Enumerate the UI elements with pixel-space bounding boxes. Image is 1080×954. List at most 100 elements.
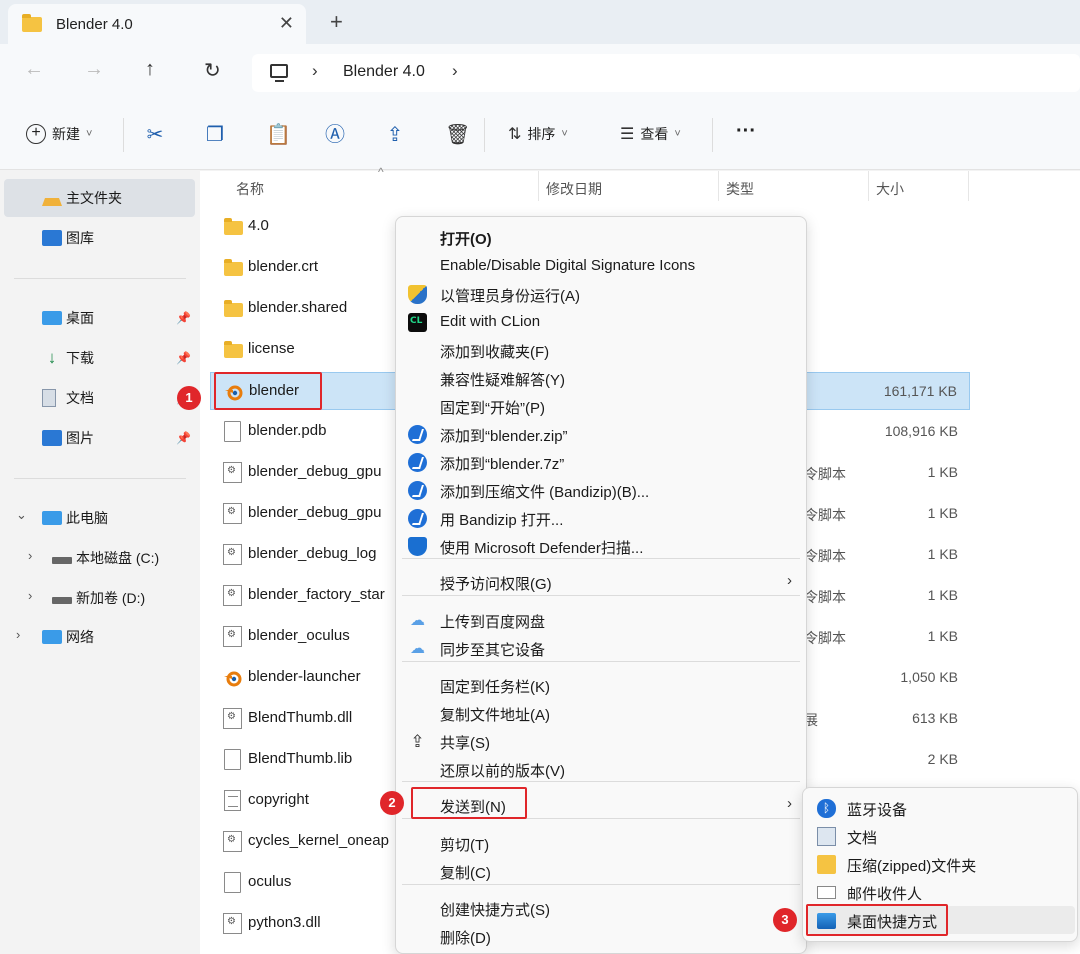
sidebar-item-network[interactable]: 网络	[4, 618, 195, 656]
cut-icon[interactable]: ✂	[145, 124, 165, 146]
menu-item[interactable]: 添加到“blender.zip”	[396, 420, 806, 448]
chevron-down-icon: ˅	[86, 128, 93, 140]
address-bar: ← → ↑ ↻ › Blender 4.0 ›	[0, 44, 1080, 100]
sidebar-item-gallery[interactable]: 图库	[4, 219, 195, 257]
file-size: 1 KB	[927, 464, 958, 480]
menu-item[interactable]: 添加到收藏夹(F)	[396, 336, 806, 364]
column-divider[interactable]	[718, 171, 719, 201]
defender-icon	[408, 537, 427, 556]
paste-icon[interactable]: 📋	[266, 124, 291, 146]
share-icon[interactable]: ⇪	[385, 124, 405, 146]
menu-item[interactable]: Enable/Disable Digital Signature Icons	[396, 252, 806, 280]
sidebar-item-documents[interactable]: 文档 📌	[4, 379, 195, 417]
column-divider[interactable]	[868, 171, 869, 201]
clion-icon	[408, 313, 427, 332]
breadcrumb-chevron[interactable]: ›	[312, 61, 318, 81]
breadcrumb-chevron[interactable]: ›	[452, 61, 458, 81]
view-button[interactable]: ☰ 查看 ˅	[620, 124, 681, 144]
column-header-name[interactable]: 名称	[236, 179, 264, 199]
pin-icon[interactable]: 📌	[176, 431, 191, 445]
menu-item[interactable]: 复制(C)	[396, 857, 806, 885]
sort-button[interactable]: ⇅ 排序 ˅	[508, 124, 568, 144]
desktop-icon	[42, 311, 62, 325]
breadcrumb-current[interactable]: Blender 4.0	[343, 63, 425, 81]
command-bar: + 新建 ˅ ✂ ❐ 📋 Ⓐ ⇪ 🗑 ⇅ 排序 ˅ ☰ 查看 ˅ ···	[0, 100, 1080, 170]
menu-item[interactable]: 剪切(T)	[396, 829, 806, 857]
download-icon: ↓	[47, 348, 57, 367]
file-name: blender_factory_star	[248, 586, 385, 603]
close-tab-icon[interactable]: ✕	[279, 13, 294, 34]
column-header-type[interactable]: 类型	[726, 179, 754, 199]
menu-item[interactable]: 以管理员身份运行(A)	[396, 280, 806, 308]
more-options-icon[interactable]: ···	[736, 120, 756, 143]
pin-icon[interactable]: 📌	[176, 311, 191, 325]
sidebar-item-home[interactable]: 主文件夹	[4, 179, 195, 217]
sidebar-item-drive-d[interactable]: 新加卷 (D:)	[4, 579, 195, 617]
sidebar-item-downloads[interactable]: ↓ 下载 📌	[4, 339, 195, 377]
menu-item-label: 还原以前的版本(V)	[440, 763, 565, 780]
menu-item[interactable]: 授予访问权限(G) ›	[396, 568, 806, 596]
submenu-item[interactable]: 文档	[807, 822, 1075, 850]
baidu-cloud-icon: ☁	[410, 612, 425, 629]
menu-item-label: 以管理员身份运行(A)	[440, 288, 580, 305]
script-icon	[223, 503, 242, 524]
sidebar-divider	[14, 478, 186, 479]
menu-item-label: Edit with CLion	[440, 313, 541, 330]
copy-icon[interactable]: ❐	[205, 124, 225, 146]
rename-icon[interactable]: Ⓐ	[325, 124, 345, 146]
menu-item[interactable]: 添加到压缩文件 (Bandizip)(B)...	[396, 476, 806, 504]
refresh-button[interactable]: ↻	[204, 58, 221, 83]
menu-item[interactable]: ⇪ 共享(S)	[396, 727, 806, 755]
file-name: 4.0	[248, 217, 269, 234]
up-button[interactable]: ↑	[145, 58, 155, 81]
submenu-item[interactable]: 压缩(zipped)文件夹	[807, 850, 1075, 878]
menu-item[interactable]: Edit with CLion	[396, 308, 806, 336]
sidebar-item-drive-c[interactable]: 本地磁盘 (C:)	[4, 539, 195, 577]
menu-item[interactable]: 添加到“blender.7z”	[396, 448, 806, 476]
sidebar-item-label: 新加卷 (D:)	[76, 590, 146, 606]
new-tab-button[interactable]: +	[330, 9, 343, 35]
menu-item[interactable]: 打开(O)	[396, 223, 806, 251]
blender-icon	[223, 668, 243, 688]
forward-button[interactable]: →	[84, 58, 104, 81]
column-header-modified[interactable]: 修改日期	[546, 179, 602, 199]
column-divider[interactable]	[968, 171, 969, 201]
menu-item[interactable]: ☁ 同步至其它设备	[396, 634, 806, 662]
file-name: license	[248, 340, 295, 357]
file-size: 613 KB	[912, 710, 958, 726]
delete-icon[interactable]: 🗑	[445, 124, 470, 146]
menu-item[interactable]: 用 Bandizip 打开...	[396, 504, 806, 532]
menu-item[interactable]: 还原以前的版本(V)	[396, 755, 806, 783]
menu-item[interactable]: ☁ 上传到百度网盘	[396, 606, 806, 634]
menu-item-label: 剪切(T)	[440, 837, 490, 854]
sidebar-item-label: 图库	[66, 230, 94, 246]
this-pc-icon[interactable]	[270, 64, 288, 82]
menu-item[interactable]: 固定到任务栏(K)	[396, 671, 806, 699]
back-button[interactable]: ←	[24, 58, 44, 81]
submenu-item[interactable]: 邮件收件人	[807, 878, 1075, 906]
tab-blender[interactable]: Blender 4.0 ✕	[8, 4, 306, 44]
submenu-item[interactable]: ᛒ 蓝牙设备	[807, 794, 1075, 822]
menu-item[interactable]: 使用 Microsoft Defender扫描...	[396, 532, 806, 560]
pin-icon[interactable]: 📌	[176, 351, 191, 365]
file-icon	[224, 421, 241, 442]
menu-item-label: 兼容性疑难解答(Y)	[440, 372, 565, 389]
menu-item[interactable]: 复制文件地址(A)	[396, 699, 806, 727]
new-button[interactable]: + 新建 ˅	[26, 124, 92, 144]
column-header-size[interactable]: 大小	[876, 179, 904, 199]
menu-item-label: Enable/Disable Digital Signature Icons	[440, 257, 696, 274]
menu-item[interactable]: 创建快捷方式(S)	[396, 894, 806, 922]
callout-badge-3: 3	[773, 908, 797, 932]
column-divider[interactable]	[538, 171, 539, 201]
script-icon	[223, 585, 242, 606]
title-bar: Blender 4.0 ✕ +	[0, 0, 1080, 44]
highlight-box-blender	[214, 372, 322, 410]
sidebar-item-this-pc[interactable]: 此电脑	[4, 499, 195, 537]
menu-item[interactable]: 固定到“开始”(P)	[396, 392, 806, 420]
menu-item[interactable]: 兼容性疑难解答(Y)	[396, 364, 806, 392]
sidebar-item-desktop[interactable]: 桌面 📌	[4, 299, 195, 337]
breadcrumb[interactable]: › Blender 4.0 ›	[252, 54, 1080, 92]
bandizip-icon	[408, 453, 427, 472]
menu-item[interactable]: 删除(D)	[396, 922, 806, 950]
sidebar-item-pictures[interactable]: 图片 📌	[4, 419, 195, 457]
